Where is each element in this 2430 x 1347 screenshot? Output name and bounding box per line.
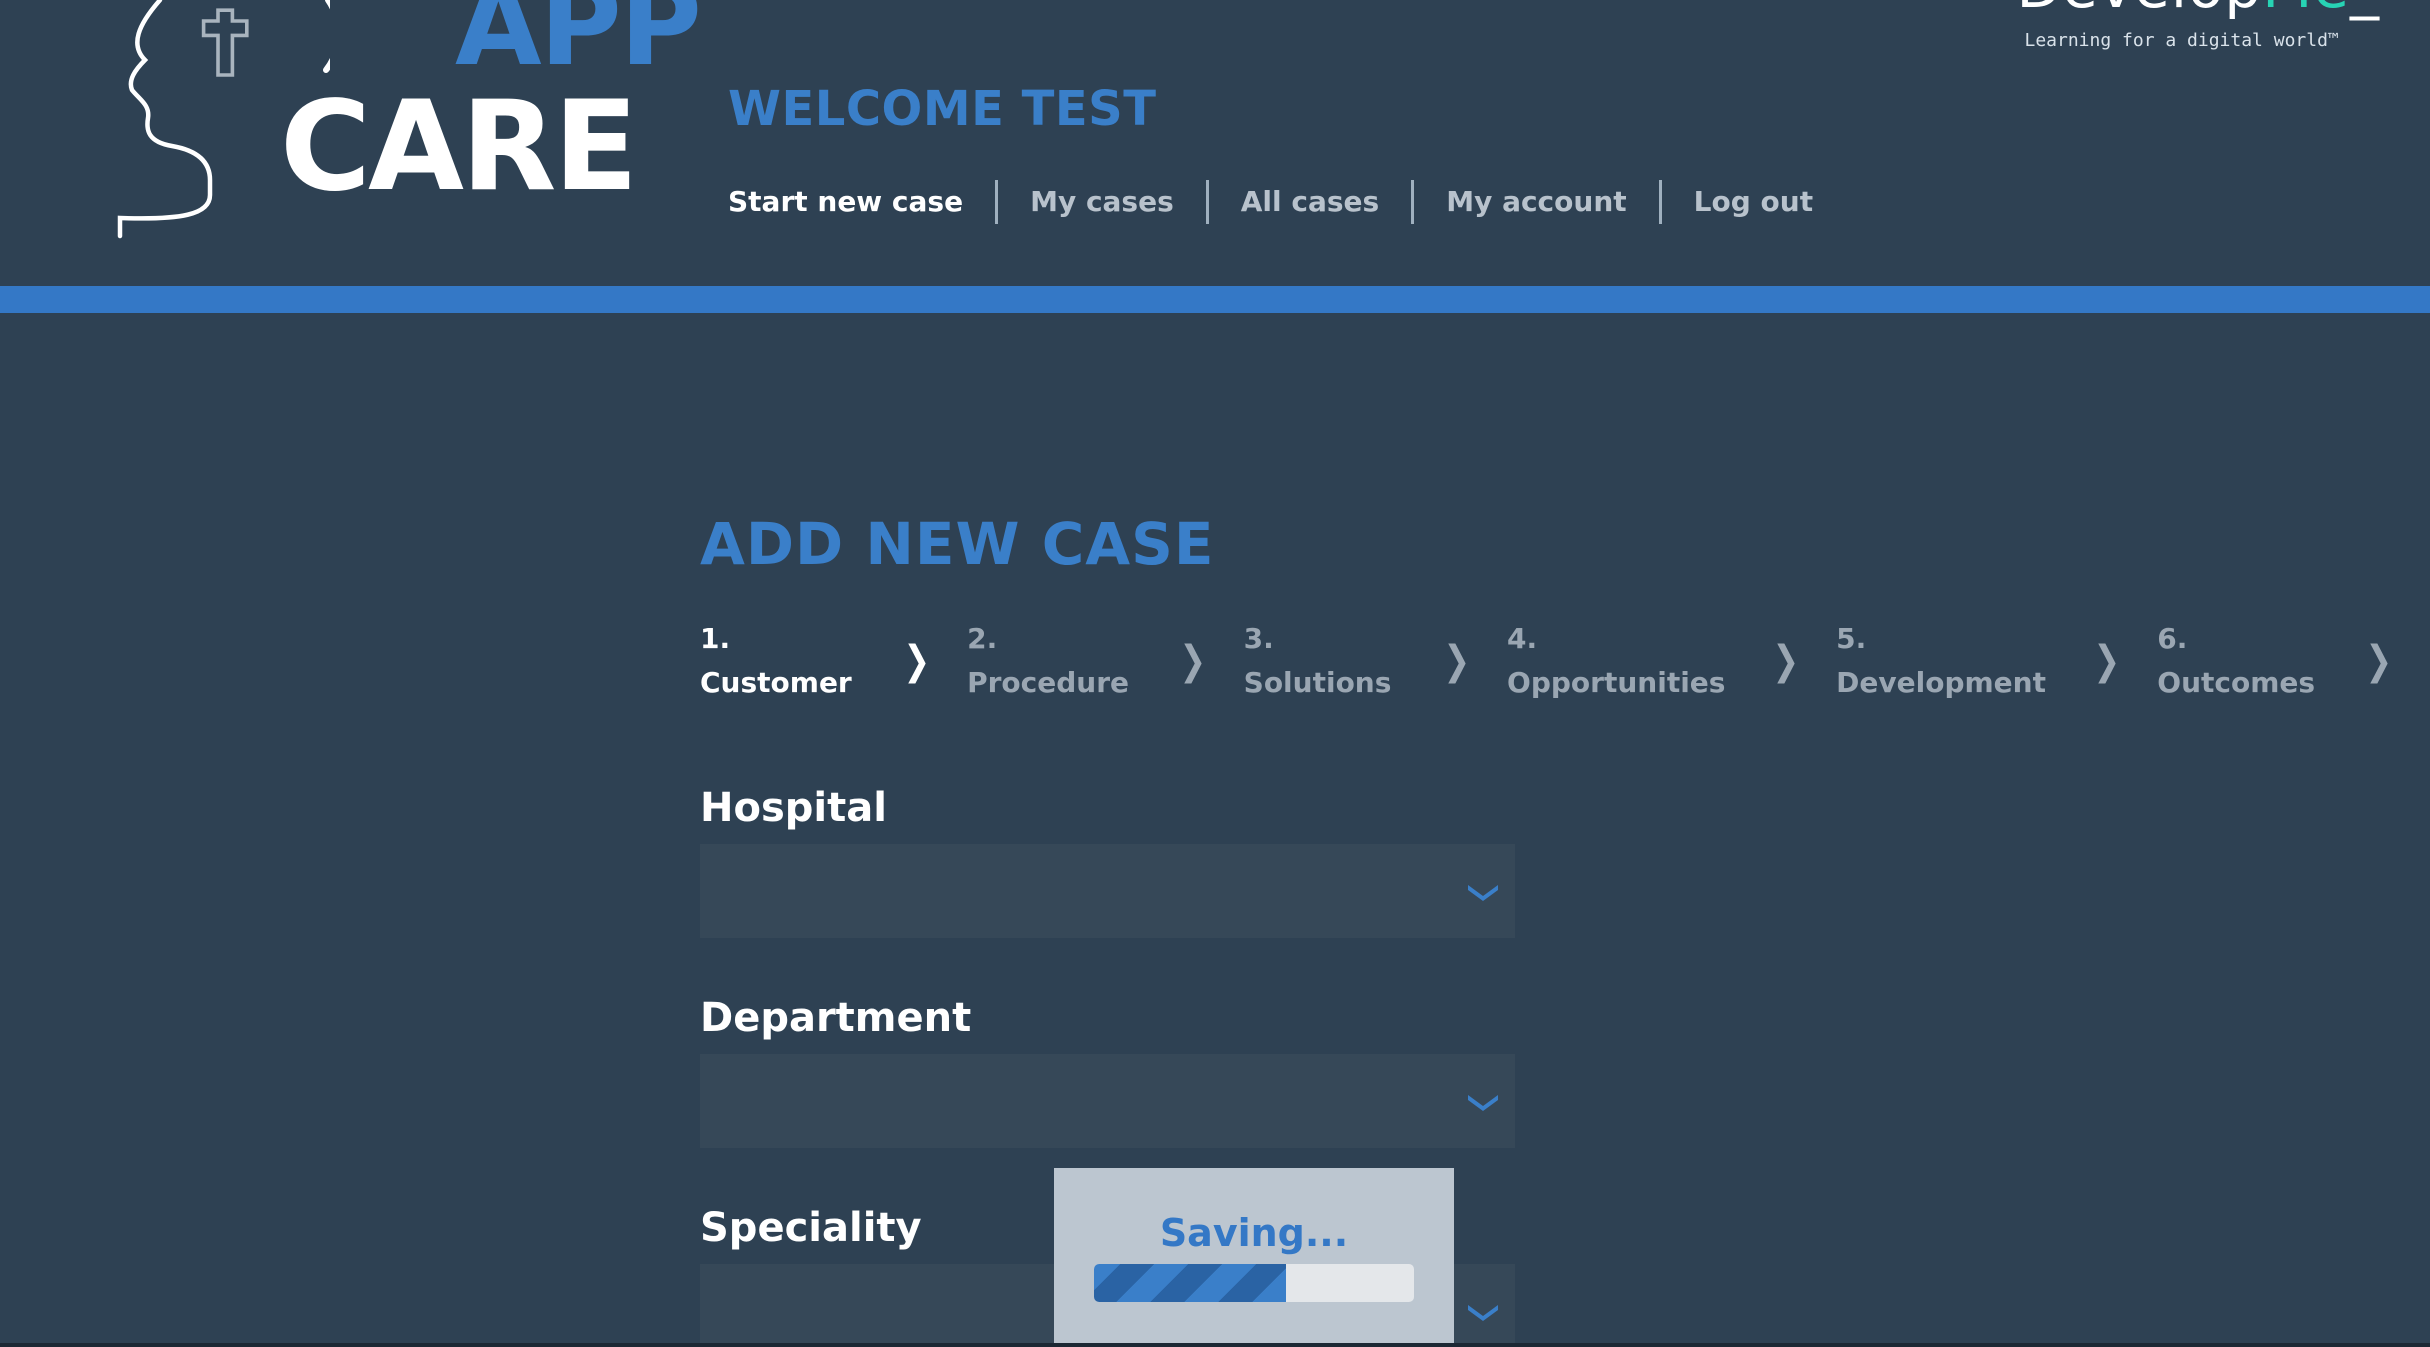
nav-all-cases[interactable]: All cases xyxy=(1205,180,1411,224)
logo-app-text: APP xyxy=(455,0,702,91)
step-outcomes[interactable]: 6. Outcomes ❯ xyxy=(2157,617,2430,705)
brand-name-suffix: _ xyxy=(2350,0,2380,21)
chevron-down-icon xyxy=(1468,885,1498,901)
step-label: 5. Development xyxy=(1836,622,2046,699)
saving-progress-fill xyxy=(1094,1264,1286,1302)
nav-my-account[interactable]: My account xyxy=(1411,180,1658,224)
department-select[interactable] xyxy=(700,1054,1515,1148)
brand-name-highlight: Me xyxy=(2262,0,2350,21)
step-progress: 1. Customer ❯ 2. Procedure ❯ 3. Solutions ❯… xyxy=(700,617,2430,705)
step-label: 2. Procedure xyxy=(967,622,1130,699)
chevron-down-icon xyxy=(1468,1305,1498,1321)
nav-my-cases[interactable]: My cases xyxy=(995,180,1206,224)
app-window: APP CARE DevelopMe_ Learning for a digit… xyxy=(0,0,2430,1347)
step-label: 6. Outcomes xyxy=(2157,622,2316,699)
welcome-heading: WELCOME TEST xyxy=(728,81,1157,137)
step-opportunities[interactable]: 4. Opportunities ❯ xyxy=(1507,617,1836,705)
developme-brand: DevelopMe_ Learning for a digital world™ xyxy=(2016,0,2380,51)
department-label: Department xyxy=(700,995,972,1041)
step-solutions[interactable]: 3. Solutions ❯ xyxy=(1244,617,1507,705)
page-title: ADD NEW CASE xyxy=(700,510,1215,578)
header-divider-band xyxy=(0,286,2430,313)
saving-progress-bar xyxy=(1094,1264,1414,1302)
main-nav: Start new case My cases All cases My acc… xyxy=(728,180,1845,224)
chevron-down-icon xyxy=(1468,1095,1498,1111)
hospital-label: Hospital xyxy=(700,785,887,831)
saving-status-text: Saving... xyxy=(1159,1211,1349,1255)
hospital-select[interactable] xyxy=(700,844,1515,938)
speciality-label: Speciality xyxy=(700,1205,922,1251)
window-bottom-edge xyxy=(0,1343,2430,1347)
step-label: 3. Solutions xyxy=(1243,622,1392,699)
step-label: 1. Customer xyxy=(700,622,852,699)
chevron-right-icon: ❯ xyxy=(1442,638,1470,684)
step-procedure[interactable]: 2. Procedure ❯ xyxy=(967,617,1244,705)
brand-name-main: Develop xyxy=(2016,0,2262,21)
chevron-right-icon: ❯ xyxy=(2365,638,2393,684)
step-development[interactable]: 5. Development ❯ xyxy=(1836,617,2157,705)
nav-log-out[interactable]: Log out xyxy=(1658,180,1845,224)
step-label: 4. Opportunities xyxy=(1507,622,1726,699)
saving-dialog: Saving... xyxy=(1054,1168,1454,1347)
nav-start-new-case[interactable]: Start new case xyxy=(728,180,995,224)
chevron-right-icon: ❯ xyxy=(2093,638,2120,684)
logo-care-text: CARE xyxy=(280,75,638,219)
step-customer[interactable]: 1. Customer ❯ xyxy=(700,617,967,705)
app-care-logo[interactable]: APP CARE xyxy=(110,0,702,245)
chevron-right-icon: ❯ xyxy=(1771,638,1799,684)
chevron-right-icon: ❯ xyxy=(1179,638,1207,684)
brand-tagline: Learning for a digital world™ xyxy=(2024,30,2339,51)
chevron-right-icon: ❯ xyxy=(902,638,930,684)
brand-name: DevelopMe_ xyxy=(2016,0,2380,16)
